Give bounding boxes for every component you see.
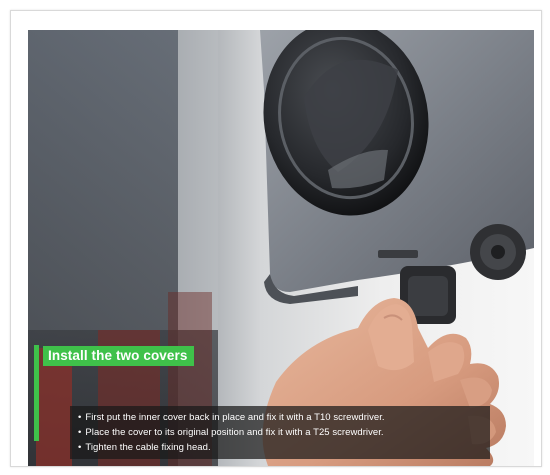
bullet-icon: •: [78, 442, 82, 454]
caption-title: Install the two covers: [43, 346, 194, 366]
caption-step-text: Place the cover to its original position…: [85, 427, 384, 439]
caption-step: • Tighten the cable fixing head.: [78, 440, 480, 455]
caption-step-text: First put the inner cover back in place …: [85, 412, 385, 423]
caption-steps: • First put the inner cover back in place…: [70, 406, 490, 459]
caption-accent-bar: [34, 345, 39, 441]
caption-step: • First put the inner cover back in place…: [78, 410, 480, 425]
installation-photo: [28, 30, 534, 466]
caption-step-text: Tighten the cable fixing head.: [85, 442, 211, 454]
bullet-icon: •: [78, 412, 82, 423]
caption-step: • Place the cover to its original positio…: [78, 425, 480, 440]
caption: Install the two covers: [34, 345, 194, 441]
bullet-icon: •: [78, 427, 82, 439]
photo-illustration: [28, 30, 534, 466]
page: Install the two covers • First put the in…: [0, 0, 550, 475]
